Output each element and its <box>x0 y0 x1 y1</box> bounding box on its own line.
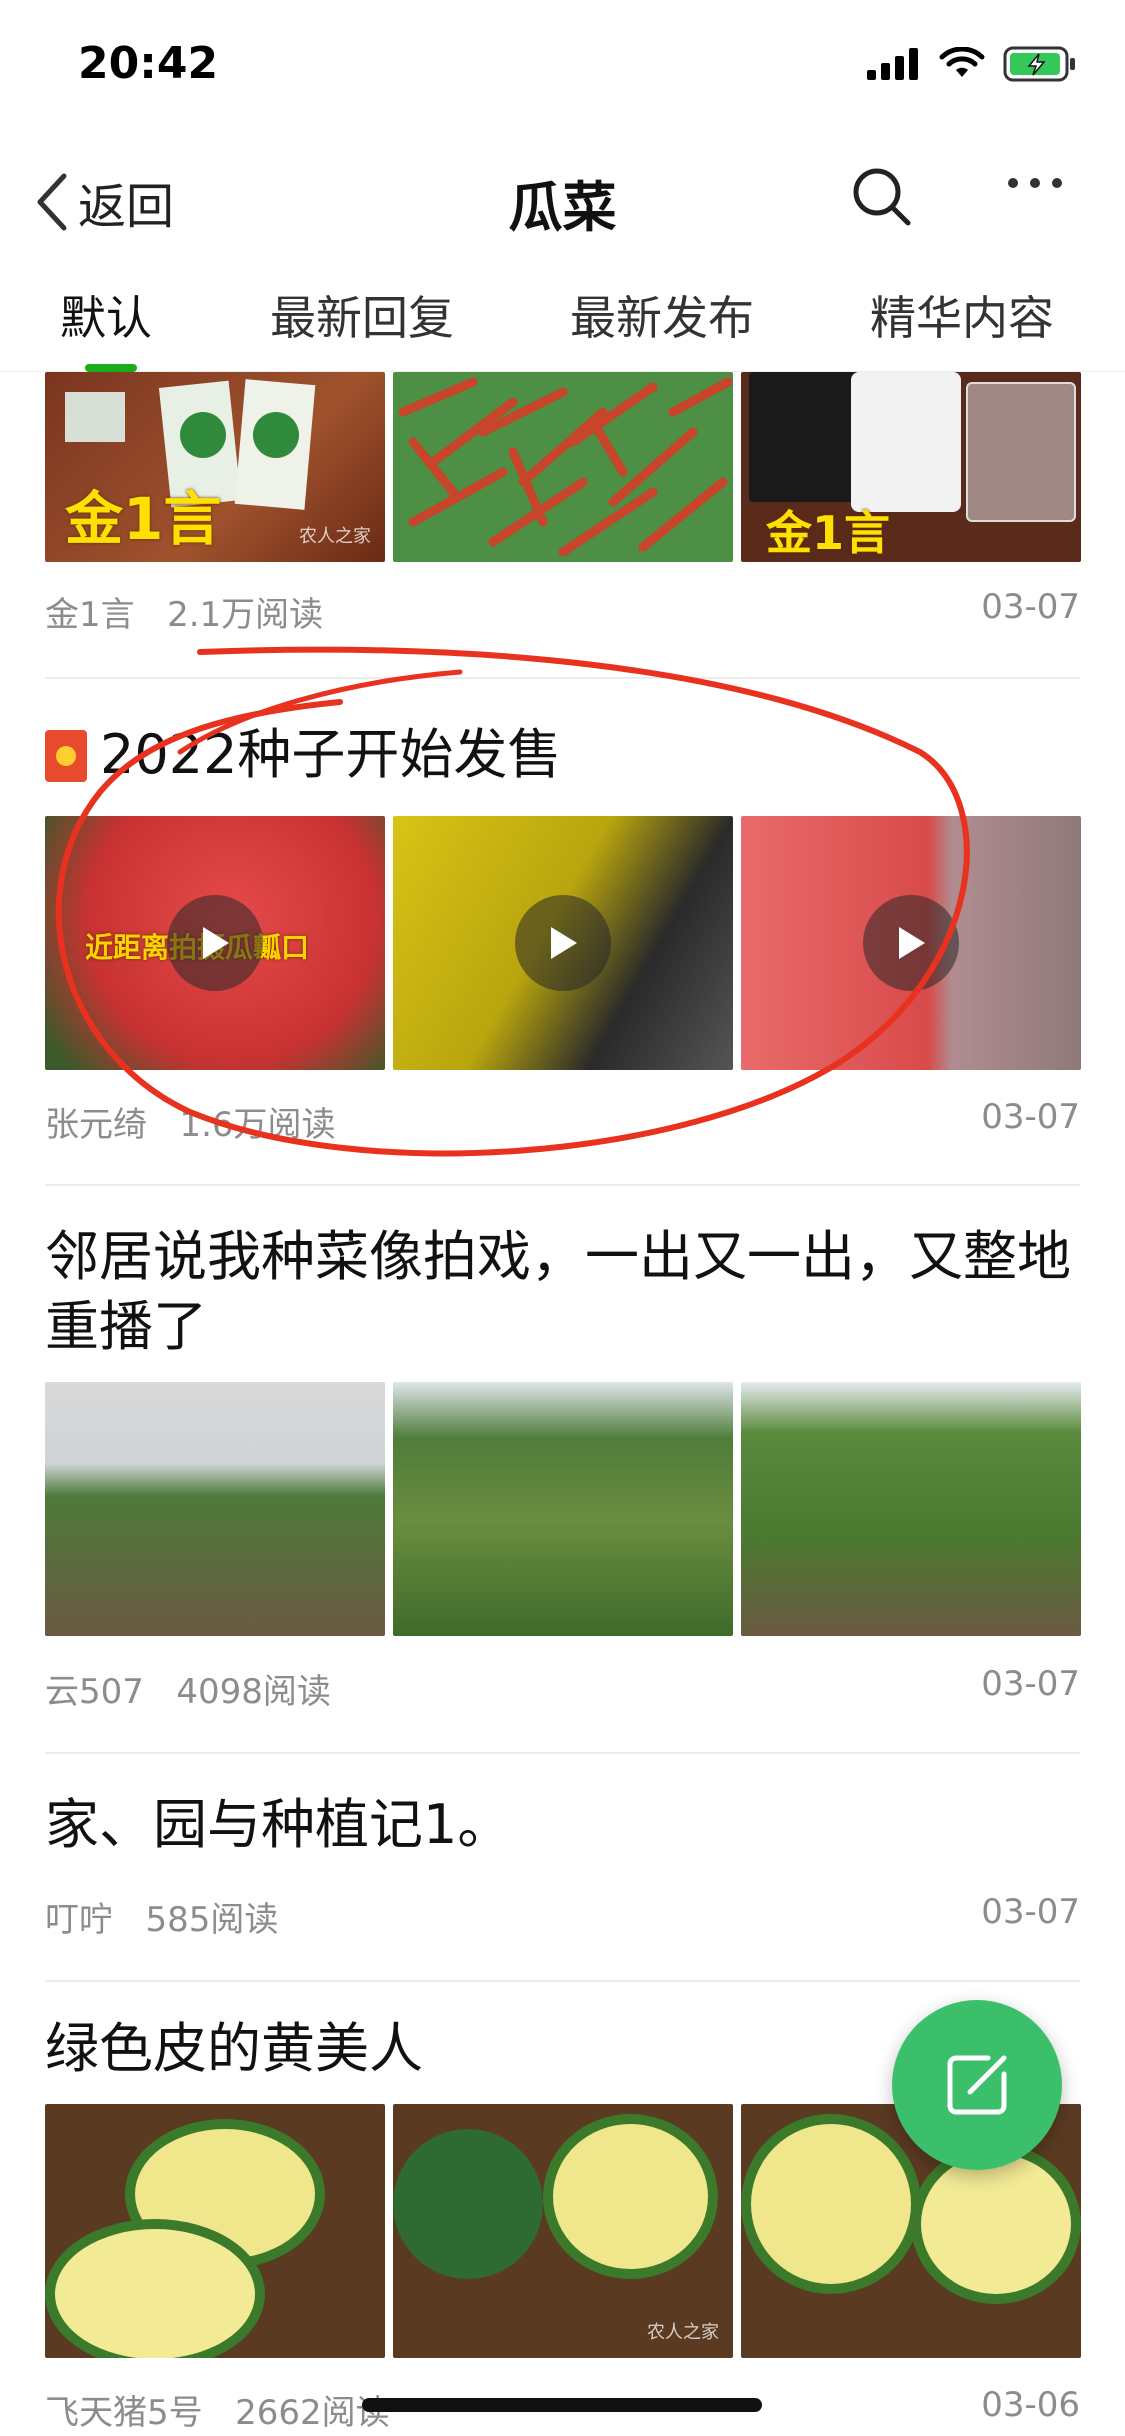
post-3-image-3[interactable] <box>741 1382 1081 1636</box>
post-3-title[interactable]: 邻居说我种菜像拍戏，一出又一出，又整地重播了 <box>45 1222 1080 1362</box>
wifi-icon <box>939 47 985 77</box>
post-5-date: 03-06 <box>981 2385 1080 2425</box>
post-3-image-2[interactable] <box>393 1382 733 1636</box>
status-bar: 20:42 <box>0 0 1125 135</box>
play-button[interactable] <box>863 895 959 991</box>
divider <box>45 677 1080 679</box>
post-3-meta: 云507 4098阅读 <box>45 1664 331 1713</box>
tab-indicator <box>85 364 137 372</box>
post-3-reads: 4098阅读 <box>176 1672 331 1712</box>
tab-latest-post[interactable]: 最新发布 <box>570 282 754 348</box>
status-time: 20:42 <box>78 38 219 89</box>
post-1-author: 金1言 <box>45 595 135 635</box>
divider <box>45 1184 1080 1186</box>
post-3-author: 云507 <box>45 1672 144 1712</box>
post-1-image-1[interactable]: 金1言 农人之家 <box>45 372 385 562</box>
post-2-reads: 1.6万阅读 <box>179 1105 336 1145</box>
post-5-meta: 飞天猪5号 2662阅读 <box>45 2385 390 2434</box>
play-icon <box>899 927 925 959</box>
post-4-date: 03-07 <box>981 1892 1080 1932</box>
post-1-date: 03-07 <box>981 587 1080 627</box>
post-5-author: 飞天猪5号 <box>45 2393 203 2433</box>
compose-icon <box>947 2055 1007 2115</box>
tab-bar: 默认 最新回复 最新发布 精华内容 <box>0 272 1125 372</box>
signal-icon <box>867 48 918 80</box>
divider <box>45 1980 1080 1982</box>
watermark: 农人之家 <box>647 2322 719 2343</box>
post-3-date: 03-07 <box>981 1664 1080 1704</box>
post-2-meta: 张元绮 1.6万阅读 <box>45 1097 336 1146</box>
post-4-reads: 585阅读 <box>145 1900 279 1940</box>
post-1-meta: 金1言 2.1万阅读 <box>45 587 323 636</box>
more-button[interactable] <box>1005 173 1065 197</box>
post-2-author: 张元绮 <box>45 1105 147 1145</box>
post-2-video-1[interactable]: 近距离拍摄瓜瓤口 <box>45 816 385 1070</box>
play-button[interactable] <box>515 895 611 991</box>
more-dots-icon <box>1008 178 1062 188</box>
play-icon <box>203 927 229 959</box>
post-5-image-2[interactable]: 农人之家 <box>393 2104 733 2358</box>
tab-latest-reply[interactable]: 最新回复 <box>270 282 454 348</box>
nav-bar: 返回 瓜菜 <box>0 145 1125 255</box>
watermark: 农人之家 <box>299 526 371 547</box>
tab-default[interactable]: 默认 <box>60 282 152 348</box>
post-2-title[interactable]: 2022种子开始发售 <box>100 720 1080 790</box>
battery-charging-icon <box>1003 46 1075 82</box>
post-1-image-3[interactable]: 金1言 <box>741 372 1081 562</box>
post-1-image-2[interactable] <box>393 372 733 562</box>
tab-featured[interactable]: 精华内容 <box>870 282 1054 348</box>
post-2-date: 03-07 <box>981 1097 1080 1137</box>
post-5-image-1[interactable] <box>45 2104 385 2358</box>
post-4-author: 叮咛 <box>45 1900 113 1940</box>
post-3-image-1[interactable] <box>45 1382 385 1636</box>
post-4-meta: 叮咛 585阅读 <box>45 1892 278 1941</box>
search-icon <box>853 168 911 226</box>
red-flag-badge-icon <box>45 730 87 782</box>
play-icon <box>551 927 577 959</box>
divider <box>45 1752 1080 1754</box>
post-2-video-3[interactable] <box>741 816 1081 1070</box>
post-1-overlay-3: 金1言 <box>766 506 891 560</box>
search-button[interactable] <box>850 165 914 233</box>
compose-button[interactable] <box>892 2000 1062 2170</box>
post-1-reads: 2.1万阅读 <box>167 595 324 635</box>
play-button[interactable] <box>167 895 263 991</box>
post-4-title[interactable]: 家、园与种植记1。 <box>45 1790 1080 1860</box>
post-1-overlay-1: 金1言 <box>65 485 222 553</box>
page-title: 瓜菜 <box>508 176 617 239</box>
post-2-video-2[interactable] <box>393 816 733 1070</box>
clips-graphic <box>398 377 733 557</box>
home-indicator[interactable] <box>362 2398 762 2412</box>
